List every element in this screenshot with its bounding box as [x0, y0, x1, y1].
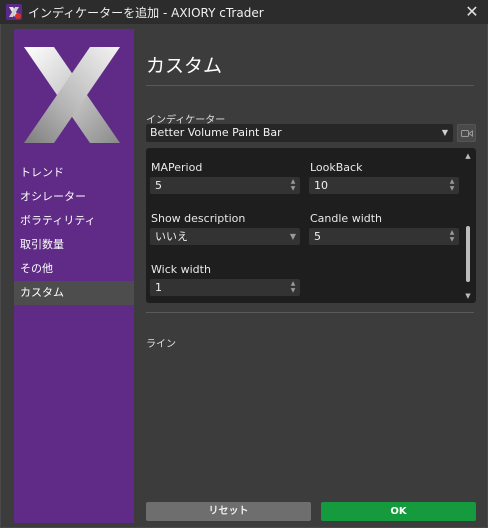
ma-period-stepper[interactable]: ▲ ▼	[289, 178, 297, 193]
wick-width-stepper[interactable]: ▲ ▼	[289, 280, 297, 295]
sidebar-item-custom[interactable]: カスタム	[14, 281, 134, 305]
category-sidebar: トレンド オシレーター ボラティリティ 取引数量 その他 カスタム	[14, 29, 134, 523]
category-nav: トレンド オシレーター ボラティリティ 取引数量 その他 カスタム	[14, 161, 134, 305]
indicator-select-value: Better Volume Paint Bar	[150, 126, 282, 139]
lookback-value: 10	[314, 179, 328, 192]
chevron-down-icon[interactable]: ▼	[448, 185, 456, 192]
sidebar-item-trend[interactable]: トレンド	[14, 161, 134, 185]
divider	[146, 312, 474, 313]
ma-period-label: MAPeriod	[151, 161, 203, 174]
chevron-down-icon[interactable]: ▼	[448, 236, 456, 243]
title-bar: インディケーターを追加 - AXIORY cTrader ✕	[0, 0, 488, 24]
video-camera-icon[interactable]	[457, 124, 476, 142]
reset-button[interactable]: リセット	[146, 502, 311, 521]
indicator-select[interactable]: Better Volume Paint Bar ▼	[146, 124, 453, 142]
chevron-down-icon: ▼	[441, 128, 448, 137]
sidebar-item-volatility[interactable]: ボラティリティ	[14, 209, 134, 233]
wick-width-input[interactable]: 1 ▲ ▼	[150, 279, 300, 296]
lookback-stepper[interactable]: ▲ ▼	[448, 178, 456, 193]
chevron-down-icon: ▼	[289, 232, 296, 241]
axiory-x-logo	[20, 43, 124, 147]
chevron-up-icon[interactable]: ▲	[448, 178, 456, 185]
show-description-value: いいえ	[155, 230, 188, 243]
sidebar-item-oscillator[interactable]: オシレーター	[14, 185, 134, 209]
show-description-select[interactable]: いいえ ▼	[150, 228, 300, 245]
chevron-up-icon[interactable]: ▲	[289, 178, 297, 185]
chevron-up-icon[interactable]: ▲	[289, 280, 297, 287]
chevron-down-icon[interactable]: ▼	[289, 185, 297, 192]
chevron-up-icon[interactable]: ▲	[448, 229, 456, 236]
ma-period-input[interactable]: 5 ▲ ▼	[150, 177, 300, 194]
page-title: カスタム	[146, 55, 223, 77]
candle-width-value: 5	[314, 230, 321, 243]
candle-width-stepper[interactable]: ▲ ▼	[448, 229, 456, 244]
ok-button[interactable]: OK	[321, 502, 476, 521]
scroll-up-icon[interactable]: ▲	[464, 152, 472, 160]
params-scrollbar[interactable]: ▲ ▼	[464, 152, 472, 300]
scroll-down-icon[interactable]: ▼	[464, 292, 472, 300]
parameters-panel: MAPeriod 5 ▲ ▼ LookBack 10 ▲ ▼ Show descri…	[146, 148, 476, 303]
main-panel: カスタム インディケーター Better Volume Paint Bar ▼ …	[146, 29, 476, 523]
wick-width-value: 1	[155, 281, 162, 294]
show-description-label: Show description	[151, 212, 246, 225]
ma-period-value: 5	[155, 179, 162, 192]
divider	[146, 85, 474, 86]
lines-label: ライン	[146, 339, 176, 350]
candle-width-label: Candle width	[310, 212, 383, 225]
chevron-down-icon[interactable]: ▼	[289, 287, 297, 294]
dialog-window: トレンド オシレーター ボラティリティ 取引数量 その他 カスタム カスタム イ…	[0, 24, 488, 528]
sidebar-item-volume[interactable]: 取引数量	[14, 233, 134, 257]
lookback-input[interactable]: 10 ▲ ▼	[309, 177, 459, 194]
scrollbar-thumb[interactable]	[466, 226, 470, 282]
wick-width-label: Wick width	[151, 263, 211, 276]
sidebar-item-other[interactable]: その他	[14, 257, 134, 281]
window-title: インディケーターを追加 - AXIORY cTrader	[28, 6, 264, 20]
close-icon[interactable]: ✕	[462, 2, 482, 22]
candle-width-input[interactable]: 5 ▲ ▼	[309, 228, 459, 245]
lookback-label: LookBack	[310, 161, 363, 174]
ctrader-app-icon	[6, 4, 22, 20]
